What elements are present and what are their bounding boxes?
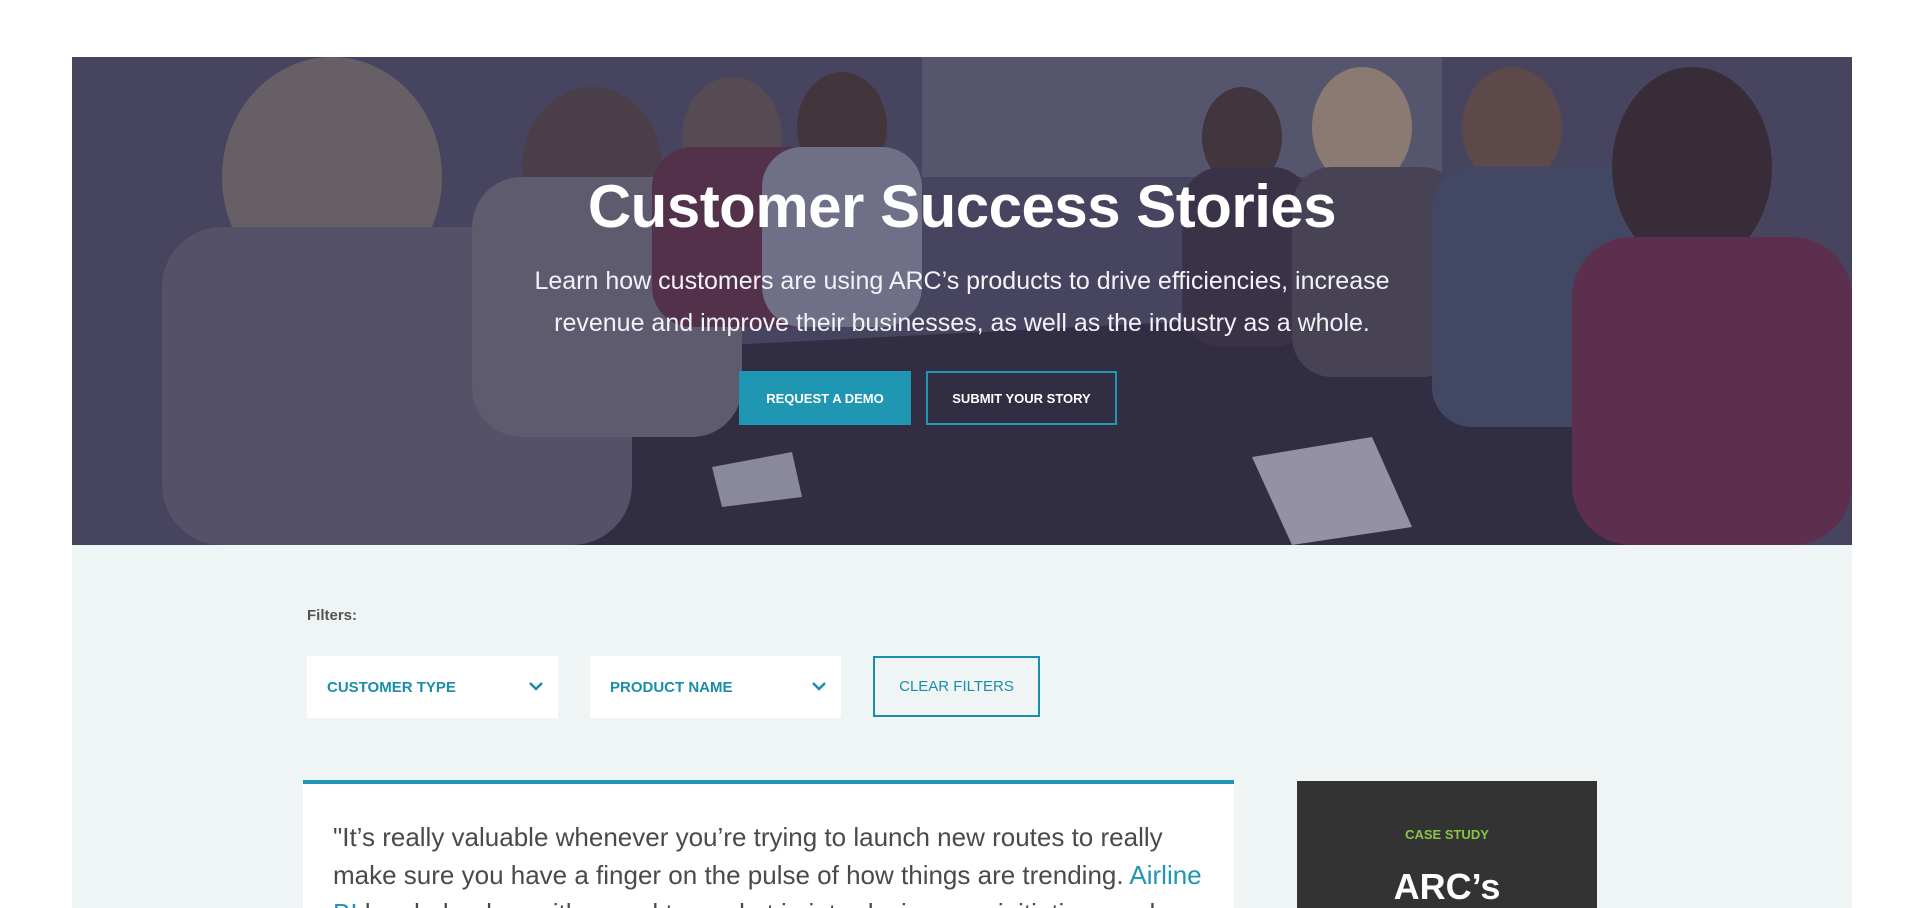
filters-label: Filters: — [307, 607, 358, 624]
hero-subtitle: Learn how customers are using ARC’s prod… — [534, 267, 1390, 337]
page-title: Customer Success Stories — [587, 173, 1337, 240]
chevron-down-icon — [529, 682, 543, 691]
product-name-select[interactable]: PRODUCT NAME — [590, 656, 841, 718]
submit-story-button[interactable]: SUBMIT YOUR STORY — [926, 371, 1117, 425]
hero-banner: Customer Success Stories Learn how custo… — [72, 57, 1852, 545]
quote-text-end: has helped us with speed to market in in… — [358, 898, 1156, 908]
chevron-down-icon — [812, 682, 826, 691]
case-study-title: ARC’s — [1393, 866, 1501, 907]
clear-filters-button[interactable]: CLEAR FILTERS — [873, 656, 1040, 717]
case-study-label: CASE STUDY — [1405, 827, 1489, 842]
request-demo-button[interactable]: REQUEST A DEMO — [739, 371, 911, 425]
case-study-card[interactable]: CASE STUDY ARC’s — [1297, 781, 1597, 908]
quote-text: "It’s really valuable whenever you’re tr… — [333, 818, 1213, 908]
product-name-label: PRODUCT NAME — [610, 678, 733, 696]
quote-card: "It’s really valuable whenever you’re tr… — [303, 780, 1234, 908]
hero-content: Customer Success Stories Learn how custo… — [72, 57, 1852, 545]
page: Customer Success Stories Learn how custo… — [0, 0, 1920, 908]
customer-type-select[interactable]: CUSTOMER TYPE — [307, 656, 558, 718]
customer-type-label: CUSTOMER TYPE — [327, 678, 456, 696]
hero-buttons: REQUEST A DEMO SUBMIT YOUR STORY — [72, 371, 1852, 425]
quote-text-start: "It’s really valuable whenever you’re tr… — [333, 822, 1163, 890]
